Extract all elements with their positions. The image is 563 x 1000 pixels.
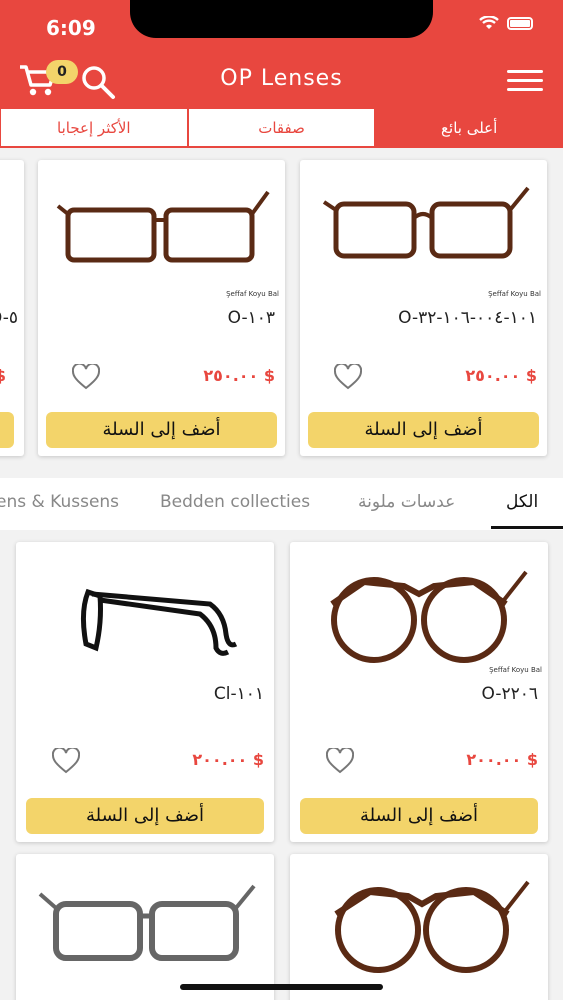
segment-control: الأكثر إعجابا صفقات أعلى بائع [0, 108, 563, 148]
product-brand: Şeffaf Koyu Bal [488, 290, 541, 298]
product-name: O-١٠٣ [227, 308, 275, 328]
heart-icon[interactable] [333, 362, 363, 390]
heart-icon[interactable] [325, 746, 355, 774]
tab-category-all[interactable]: الكل [506, 492, 538, 512]
segment-most-liked[interactable]: الأكثر إعجابا [0, 108, 188, 147]
home-indicator[interactable] [180, 984, 383, 990]
status-time: 6:09 [46, 16, 96, 40]
product-card[interactable]: Cl-١٠١ ٢٠٠.٠٠ $ أضف إلى السلة [16, 542, 274, 842]
heart-icon[interactable] [51, 746, 81, 774]
tab-category-bed-collections[interactable]: Bedden collecties [160, 492, 310, 512]
add-to-cart-button[interactable] [0, 412, 14, 448]
active-tab-indicator [491, 526, 563, 529]
product-image [290, 542, 548, 682]
product-card[interactable]: Şeffaf Koyu Bal O-٢٢٠٦ ٢٠٠.٠٠ $ أضف إلى … [290, 542, 548, 842]
battery-icon [507, 16, 533, 30]
product-brand: Şeffaf Koyu Bal [226, 290, 279, 298]
add-to-cart-button[interactable]: أضف إلى السلة [26, 798, 264, 834]
product-image [300, 160, 547, 280]
add-to-cart-button[interactable]: أضف إلى السلة [300, 798, 538, 834]
app-header: 6:09 0 OP Lenses [0, 0, 563, 108]
product-price: ٢٠٠.٠٠ $ [466, 750, 538, 769]
product-image [290, 854, 548, 994]
product-name: O-٥ [0, 308, 18, 328]
hamburger-menu-icon[interactable] [507, 70, 543, 92]
tab-category-cushions[interactable]: ens & Kussens [0, 492, 119, 512]
product-card[interactable]: O-٥ $ [0, 160, 24, 456]
product-name: O-٢٢٠٦ [481, 684, 538, 704]
product-image [16, 854, 274, 994]
product-price: ٢٥٠.٠٠ $ [203, 366, 275, 385]
product-carousel[interactable]: Şeffaf Koyu Bal O-١٠١-٠٠٤-١٠٦-٣٢ ٢٥٠.٠٠ … [0, 148, 563, 468]
status-icons [479, 16, 533, 30]
heart-icon[interactable] [71, 362, 101, 390]
product-image [38, 160, 285, 280]
product-brand: Şeffaf Koyu Bal [489, 666, 542, 674]
product-name: O-١٠١-٠٠٤-١٠٦-٣٢ [398, 308, 537, 328]
product-price: ٢٥٠.٠٠ $ [465, 366, 537, 385]
wifi-icon [479, 16, 499, 30]
product-card[interactable] [290, 854, 548, 1000]
product-name: Cl-١٠١ [213, 684, 264, 704]
product-card[interactable]: Şeffaf Koyu Bal O-١٠٣ ٢٥٠.٠٠ $ أضف إلى ا… [38, 160, 285, 456]
product-image [16, 542, 274, 682]
product-price: $ [0, 366, 6, 385]
add-to-cart-button[interactable]: أضف إلى السلة [308, 412, 539, 448]
segment-deals[interactable]: صفقات [187, 108, 376, 147]
app-title: OP Lenses [220, 66, 343, 91]
category-tabs: ens & Kussens Bedden collecties عدسات مل… [0, 478, 563, 530]
product-card[interactable]: Şeffaf Koyu Bal O-١٠١-٠٠٤-١٠٦-٣٢ ٢٥٠.٠٠ … [300, 160, 547, 456]
add-to-cart-button[interactable]: أضف إلى السلة [46, 412, 277, 448]
device-notch [130, 0, 433, 38]
segment-best-seller[interactable]: أعلى بائع [375, 108, 563, 147]
tab-category-colored-lenses[interactable]: عدسات ملونة [358, 492, 455, 512]
product-price: ٢٠٠.٠٠ $ [192, 750, 264, 769]
product-card[interactable] [16, 854, 274, 1000]
